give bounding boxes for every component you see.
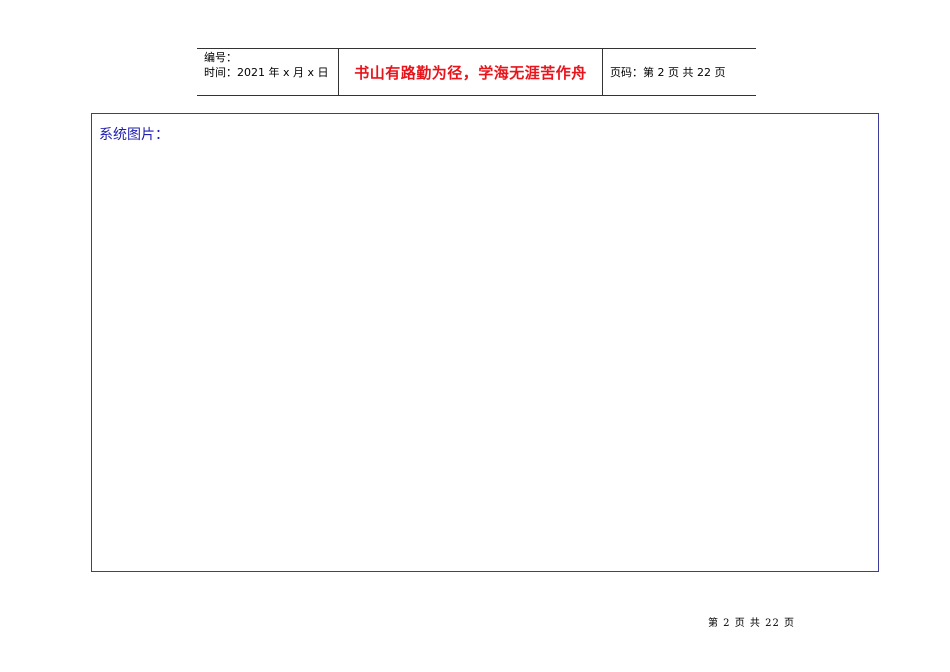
header-meta-cell: 编号： 时间：2021 年 x 月 x 日	[197, 49, 339, 95]
document-page: 编号： 时间：2021 年 x 月 x 日 书山有路勤为径，学海无涯苦作舟 页码…	[0, 0, 950, 672]
header-motto: 书山有路勤为径，学海无涯苦作舟	[339, 49, 603, 95]
system-image-box: 系统图片：	[91, 113, 879, 572]
page-header: 编号： 时间：2021 年 x 月 x 日 书山有路勤为径，学海无涯苦作舟 页码…	[197, 48, 756, 96]
page-footer-number: 第 2 页 共 22 页	[708, 618, 795, 629]
system-image-label: 系统图片：	[99, 127, 169, 143]
document-date-label: 时间：2021 年 x 月 x 日	[204, 66, 329, 79]
header-page-info: 页码：第 2 页 共 22 页	[610, 66, 726, 79]
document-number-label: 编号：	[204, 51, 237, 64]
